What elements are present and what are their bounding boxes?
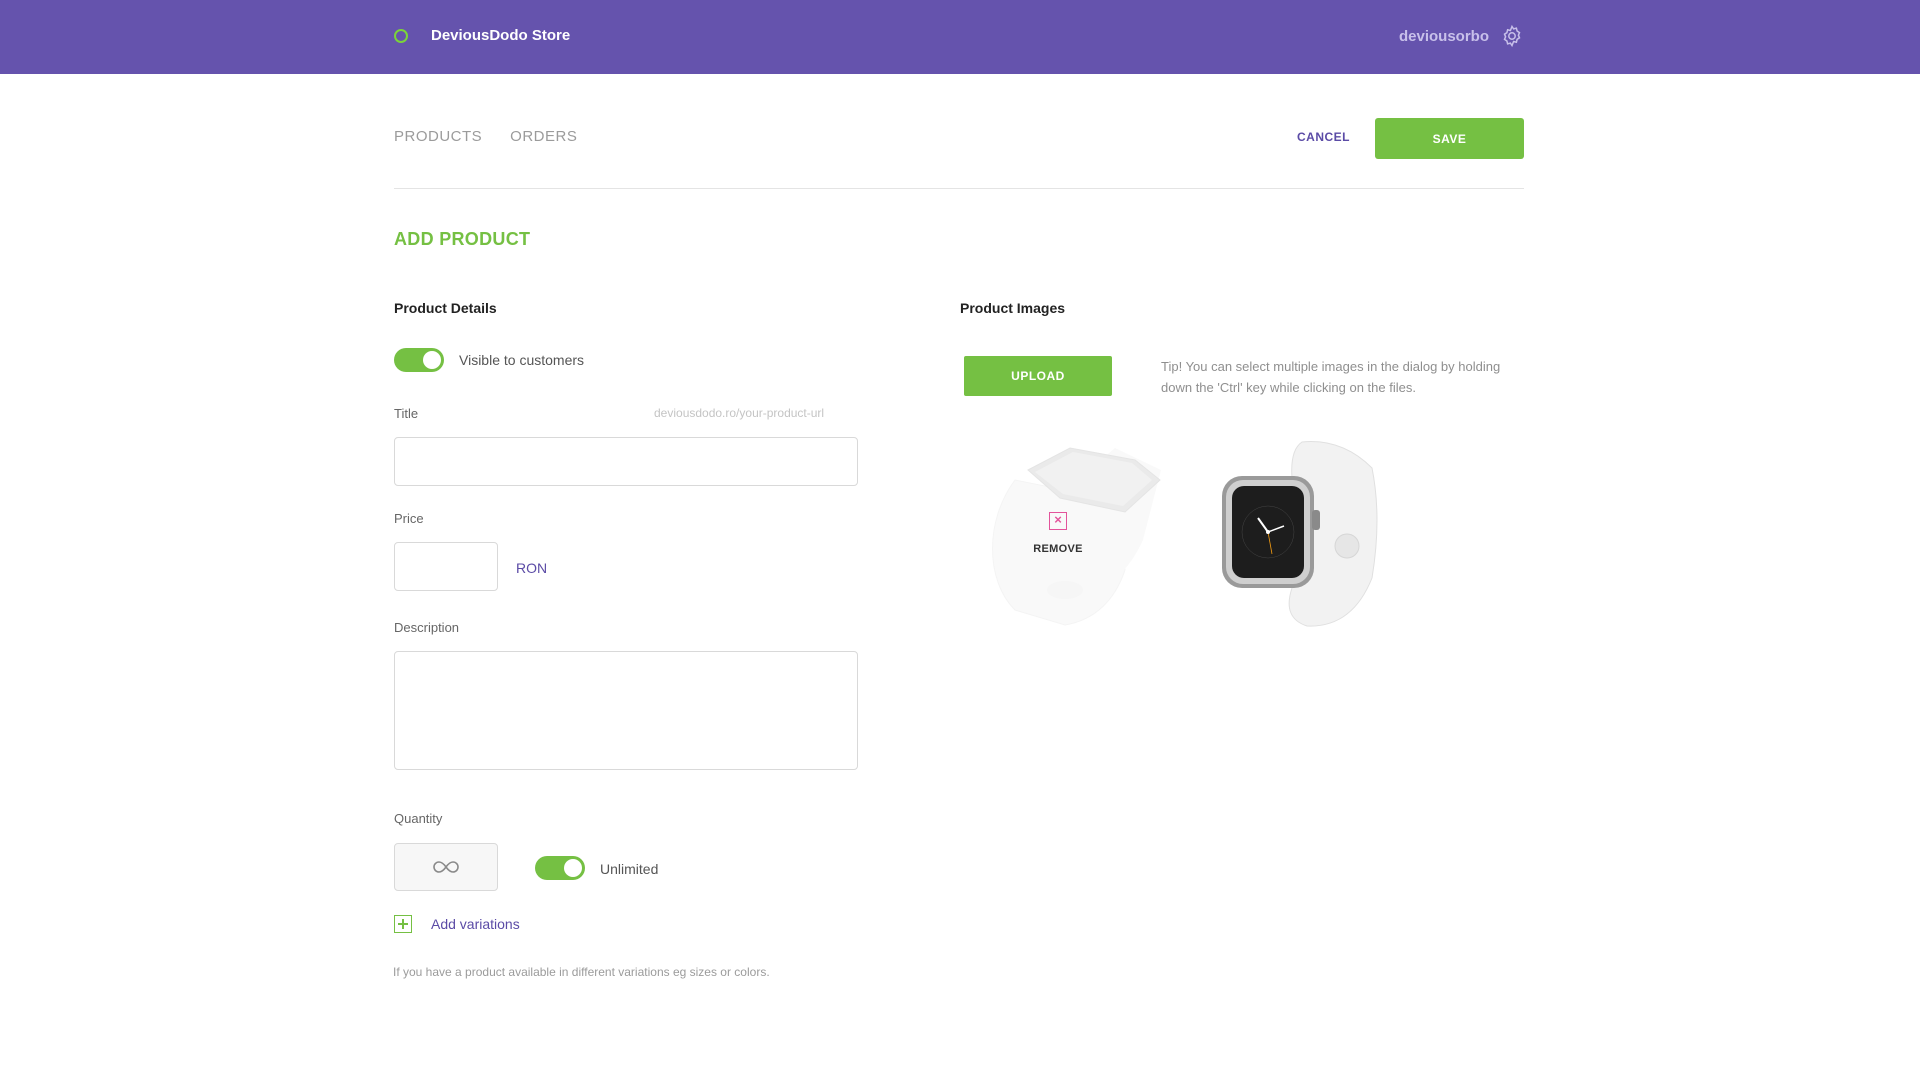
- add-variations-label: Add variations: [431, 916, 520, 932]
- title-input[interactable]: [394, 437, 858, 486]
- currency-label: RON: [516, 560, 548, 576]
- username: deviousorbo: [1398, 27, 1489, 45]
- price-label: Price: [394, 511, 424, 526]
- gear-icon[interactable]: [1500, 24, 1524, 48]
- variations-help-text: If you have a product available in diffe…: [393, 965, 770, 979]
- upload-tip: Tip! You can select multiple images in t…: [1161, 359, 1501, 395]
- toggle-knob: [564, 859, 582, 877]
- divider: [394, 188, 1524, 189]
- remove-label: REMOVE: [1033, 543, 1083, 555]
- page-title: ADD PRODUCT: [394, 229, 531, 249]
- tab-products[interactable]: PRODUCTS: [394, 128, 482, 145]
- product-image-2[interactable]: [1222, 438, 1382, 628]
- tab-orders[interactable]: ORDERS: [510, 128, 577, 145]
- toggle-knob: [423, 351, 441, 369]
- product-images-heading: Product Images: [960, 300, 1066, 316]
- user-menu[interactable]: deviousorbo: [1399, 24, 1524, 48]
- infinity-icon: [433, 861, 459, 873]
- quantity-label: Quantity: [394, 811, 443, 826]
- close-icon: ×: [1049, 512, 1067, 530]
- product-details-heading: Product Details: [394, 300, 497, 316]
- title-label: Title: [394, 406, 419, 421]
- quantity-field[interactable]: [394, 843, 498, 891]
- plus-icon: [394, 915, 412, 933]
- main-nav: PRODUCTS ORDERS: [394, 128, 605, 145]
- upload-button[interactable]: UPLOAD: [964, 356, 1112, 396]
- remove-image-button[interactable]: × REMOVE: [1025, 512, 1091, 555]
- brand[interactable]: DeviousDodo Store: [394, 27, 570, 44]
- description-label: Description: [394, 620, 460, 635]
- watch-image: [1222, 441, 1378, 627]
- price-input[interactable]: [394, 542, 498, 591]
- add-variations-button[interactable]: Add variations: [394, 915, 520, 933]
- cancel-button[interactable]: CANCEL: [1297, 130, 1350, 144]
- ring-icon: [394, 28, 408, 43]
- description-textarea[interactable]: [394, 651, 858, 770]
- visible-toggle[interactable]: [394, 348, 444, 372]
- unlimited-toggle[interactable]: [535, 856, 585, 880]
- save-button[interactable]: SAVE: [1375, 118, 1524, 159]
- url-hint: deviousdodo.ro/your-product-url: [654, 406, 825, 420]
- store-name: DeviousDodo Store: [431, 27, 571, 44]
- unlimited-label: Unlimited: [600, 861, 659, 877]
- top-bar: DeviousDodo Store deviousorbo: [0, 0, 1920, 74]
- visible-toggle-label: Visible to customers: [459, 352, 585, 368]
